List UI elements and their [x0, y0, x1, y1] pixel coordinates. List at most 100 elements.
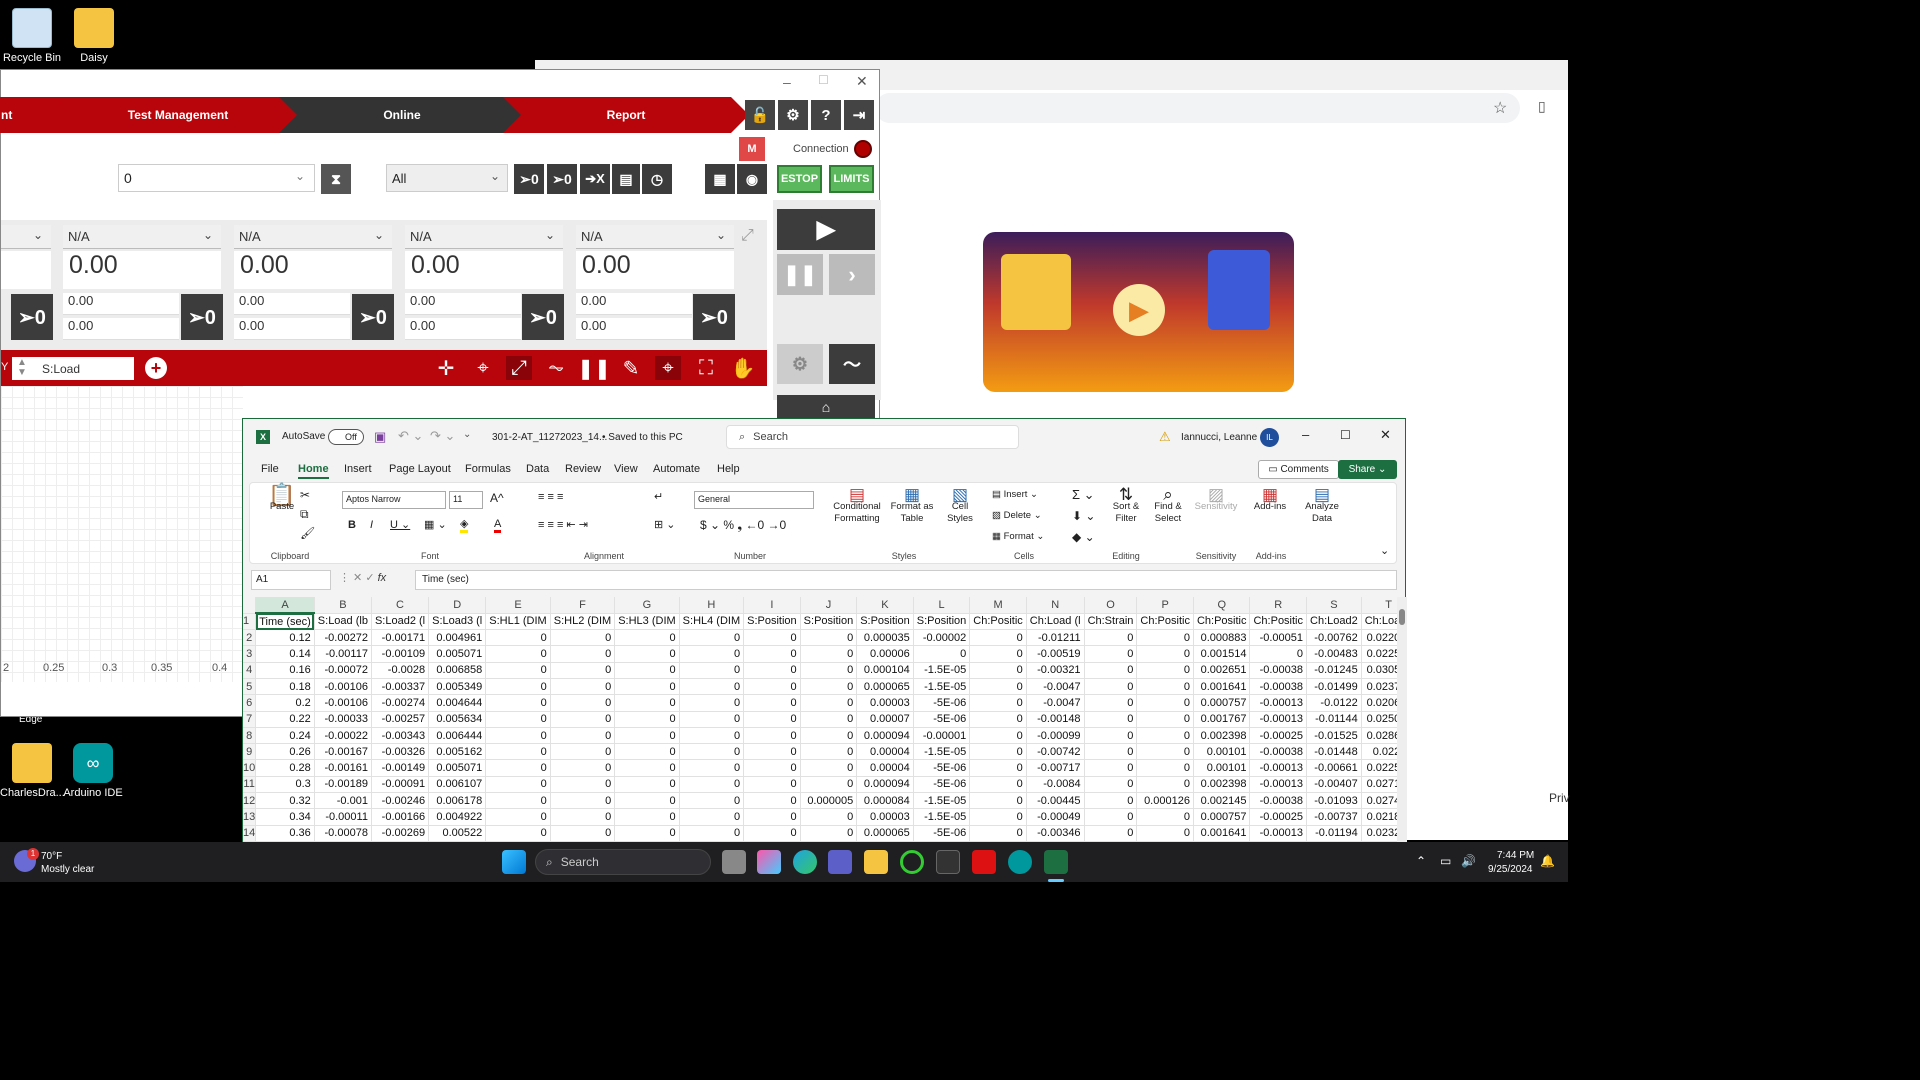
cell[interactable]: 0	[550, 825, 616, 842]
clear-zero-button[interactable]: ➔X	[580, 164, 610, 194]
chevron-down-icon[interactable]: ⌄	[203, 228, 213, 242]
clock-time[interactable]: 7:44 PM	[1497, 850, 1534, 861]
cell[interactable]: 0	[969, 678, 1027, 696]
cell[interactable]: 0	[1084, 759, 1138, 777]
cell[interactable]: 0	[1136, 759, 1194, 777]
cell[interactable]: -0.00346	[1026, 825, 1085, 842]
crosshair-view-icon[interactable]: ⌖	[470, 356, 496, 380]
wrap-text-icon[interactable]: ↵	[654, 491, 663, 503]
address-bar[interactable]	[875, 93, 1520, 123]
tab-file[interactable]: File	[261, 463, 279, 475]
minimize-icon[interactable]: –	[1302, 427, 1309, 442]
cell[interactable]: 0	[969, 808, 1027, 826]
row-number[interactable]: 14	[243, 825, 257, 842]
cell[interactable]: Ch:Positic	[1136, 613, 1194, 631]
cell[interactable]: -0.00445	[1026, 792, 1085, 810]
doodle-play-icon[interactable]: ▶	[1113, 284, 1165, 336]
clear-icon[interactable]: ◆ ⌄	[1072, 531, 1095, 543]
cell[interactable]: 0	[485, 776, 551, 794]
cell[interactable]: -0.00257	[371, 711, 430, 728]
cell[interactable]: 0	[550, 678, 616, 696]
cell[interactable]: 0	[679, 727, 745, 745]
pause-chart-icon[interactable]: ❚❚	[577, 356, 611, 380]
cell[interactable]: -0.00762	[1306, 629, 1362, 647]
table-row[interactable]: 13 0.34 -0.00011 -0.00166 0.004922 0 0 0 0 0 0 0.00…	[243, 808, 1397, 826]
cell[interactable]: 0	[1136, 825, 1194, 842]
cell[interactable]: -0.00013	[1249, 825, 1308, 842]
tab-data[interactable]: Data	[526, 463, 549, 475]
cell[interactable]: -0.0084	[1026, 776, 1085, 794]
diagonal-arrow-icon[interactable]: ⤢	[506, 356, 532, 380]
close-icon[interactable]: ✕	[1380, 427, 1391, 443]
cell[interactable]: 0.00003	[856, 694, 914, 712]
cell[interactable]: 0	[550, 662, 616, 679]
cell[interactable]: 0.023219	[1361, 825, 1397, 842]
cell[interactable]: -0.0122	[1306, 694, 1362, 712]
cell[interactable]: -0.00661	[1306, 759, 1362, 777]
zero-channel-button[interactable]: ➢0	[352, 294, 394, 340]
table-row[interactable]: 5 0.18 -0.00106 -0.00337 0.005349 0 0 0 0 0 0 0.000…	[243, 678, 1397, 696]
clock-date[interactable]: 9/25/2024	[1488, 864, 1533, 875]
cell[interactable]: -0.01499	[1306, 678, 1362, 696]
cell[interactable]: 0	[550, 629, 616, 647]
file-explorer-icon[interactable]	[864, 850, 888, 874]
cell[interactable]: 0	[679, 694, 745, 712]
cell[interactable]: -0.0047	[1026, 694, 1085, 712]
cell[interactable]: 0	[1136, 662, 1194, 679]
addins-button[interactable]: ▦ Add-ins	[1246, 486, 1294, 513]
column-header[interactable]: H	[679, 597, 745, 614]
name-box[interactable]: A1	[251, 570, 331, 590]
cell[interactable]: -0.00033	[314, 711, 372, 728]
cell[interactable]: 0.002398	[1193, 727, 1251, 745]
cell[interactable]: 0.12	[255, 629, 315, 647]
cell[interactable]: -0.00011	[314, 808, 372, 826]
saved-status[interactable]: • Saved to this PC	[602, 432, 683, 443]
cell[interactable]: 0	[800, 711, 858, 728]
underline-icon[interactable]: U ⌄	[390, 519, 410, 531]
chart-area[interactable]	[1, 386, 243, 682]
select-all-corner[interactable]	[243, 597, 257, 614]
cell[interactable]: 0.023796	[1361, 678, 1397, 696]
row-number[interactable]: 12	[243, 792, 257, 810]
copilot-icon[interactable]	[757, 850, 781, 874]
align-top-icon[interactable]: ≡ ≡ ≡	[538, 491, 563, 503]
row-number[interactable]: 1	[243, 613, 257, 631]
zero-channel-button[interactable]: ➢0	[181, 294, 223, 340]
lock-icon[interactable]: 🔓	[745, 100, 775, 130]
fill-color-icon[interactable]: ◈	[460, 518, 469, 533]
tab-page-layout[interactable]: Page Layout	[389, 463, 451, 475]
cell[interactable]: 0	[743, 645, 801, 663]
cell[interactable]: 0	[969, 759, 1027, 777]
crosshair-icon[interactable]: ✛	[433, 356, 459, 380]
cell[interactable]: 0	[743, 629, 801, 647]
cell[interactable]: -0.00099	[1026, 727, 1085, 745]
cell[interactable]: 0	[550, 776, 616, 794]
row-number[interactable]: 8	[243, 727, 257, 745]
cell[interactable]: -0.01448	[1306, 743, 1362, 761]
cell[interactable]: 0.02296	[1361, 743, 1397, 761]
tab-review[interactable]: Review	[565, 463, 601, 475]
cell[interactable]: 0	[614, 759, 680, 777]
cell[interactable]: 0	[969, 711, 1027, 728]
cell[interactable]: -0.00022	[314, 727, 372, 745]
border-icon[interactable]: ▦ ⌄	[424, 519, 447, 531]
cell[interactable]: 0.022067	[1361, 629, 1397, 647]
table-row[interactable]: 10 0.28 -0.00161 -0.00149 0.005071 0 0 0 0 0 0 0.00…	[243, 759, 1397, 777]
wave-settings-icon[interactable]: ⚙	[777, 344, 823, 384]
row-number[interactable]: 7	[243, 711, 257, 728]
cell[interactable]: 0	[485, 792, 551, 810]
cell[interactable]: 0.028664	[1361, 727, 1397, 745]
cell[interactable]: 0.3	[255, 776, 315, 794]
paste-button[interactable]: 📋 Paste	[262, 484, 302, 513]
cell[interactable]: 0	[800, 727, 858, 745]
app-circle-icon[interactable]	[900, 850, 924, 874]
eye-icon[interactable]: ◉	[737, 164, 767, 194]
cell[interactable]: 0	[679, 711, 745, 728]
cell[interactable]: 0	[614, 743, 680, 761]
conditional-formatting-button[interactable]: ▤ Conditional Formatting	[828, 486, 886, 525]
column-header[interactable]: P	[1136, 597, 1194, 614]
cell[interactable]: 0	[743, 711, 801, 728]
column-header-row[interactable]: ABCDEFGHIJKLMNOPQRSTUV	[243, 597, 1397, 615]
cell[interactable]: 0	[485, 662, 551, 679]
table-row[interactable]: 14 0.36 -0.00078 -0.00269 0.00522 0 0 0 0 0 0 0.000…	[243, 825, 1397, 842]
